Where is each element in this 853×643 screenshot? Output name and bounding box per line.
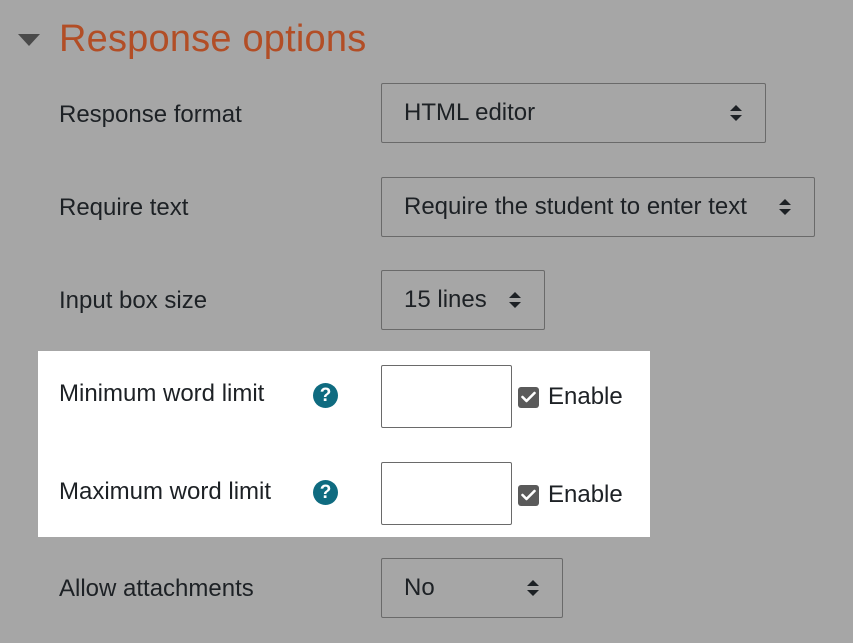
max-word-limit-enable-checkbox[interactable]: Enable [518, 481, 623, 509]
max-word-limit-input[interactable] [381, 462, 512, 525]
select-arrows-icon [508, 291, 522, 309]
response-format-value: HTML editor [404, 99, 536, 126]
question-circle-icon[interactable]: ? [313, 480, 338, 505]
max-word-limit-enable-label: Enable [548, 481, 623, 508]
min-word-limit-enable-label: Enable [548, 383, 623, 410]
input-box-size-select[interactable]: 15 lines [381, 270, 545, 330]
input-box-size-value: 15 lines [404, 286, 487, 313]
response-format-select[interactable]: HTML editor [381, 83, 766, 143]
section-header[interactable]: Response options [18, 14, 366, 64]
min-word-limit-input[interactable] [381, 365, 512, 428]
input-box-size-label: Input box size [59, 287, 208, 314]
allow-attachments-label: Allow attachments [59, 575, 254, 602]
select-arrows-icon [729, 104, 743, 122]
min-word-limit-label: Minimum word limit [59, 380, 265, 407]
require-text-label: Require text [59, 194, 189, 221]
require-text-select[interactable]: Require the student to enter text [381, 177, 815, 237]
triangle-down-icon[interactable] [18, 34, 40, 46]
checkbox-checked-icon[interactable] [518, 386, 539, 408]
allow-attachments-select[interactable]: No [381, 558, 563, 618]
checkbox-checked-icon[interactable] [518, 484, 539, 506]
select-arrows-icon [778, 198, 792, 216]
question-circle-icon[interactable]: ? [313, 383, 338, 408]
min-word-limit-enable-checkbox[interactable]: Enable [518, 383, 623, 411]
require-text-value: Require the student to enter text [404, 193, 747, 220]
section-title: Response options [59, 17, 367, 60]
select-arrows-icon [526, 579, 540, 597]
allow-attachments-value: No [404, 574, 435, 601]
response-format-label: Response format [59, 101, 242, 128]
max-word-limit-label: Maximum word limit [59, 478, 272, 505]
